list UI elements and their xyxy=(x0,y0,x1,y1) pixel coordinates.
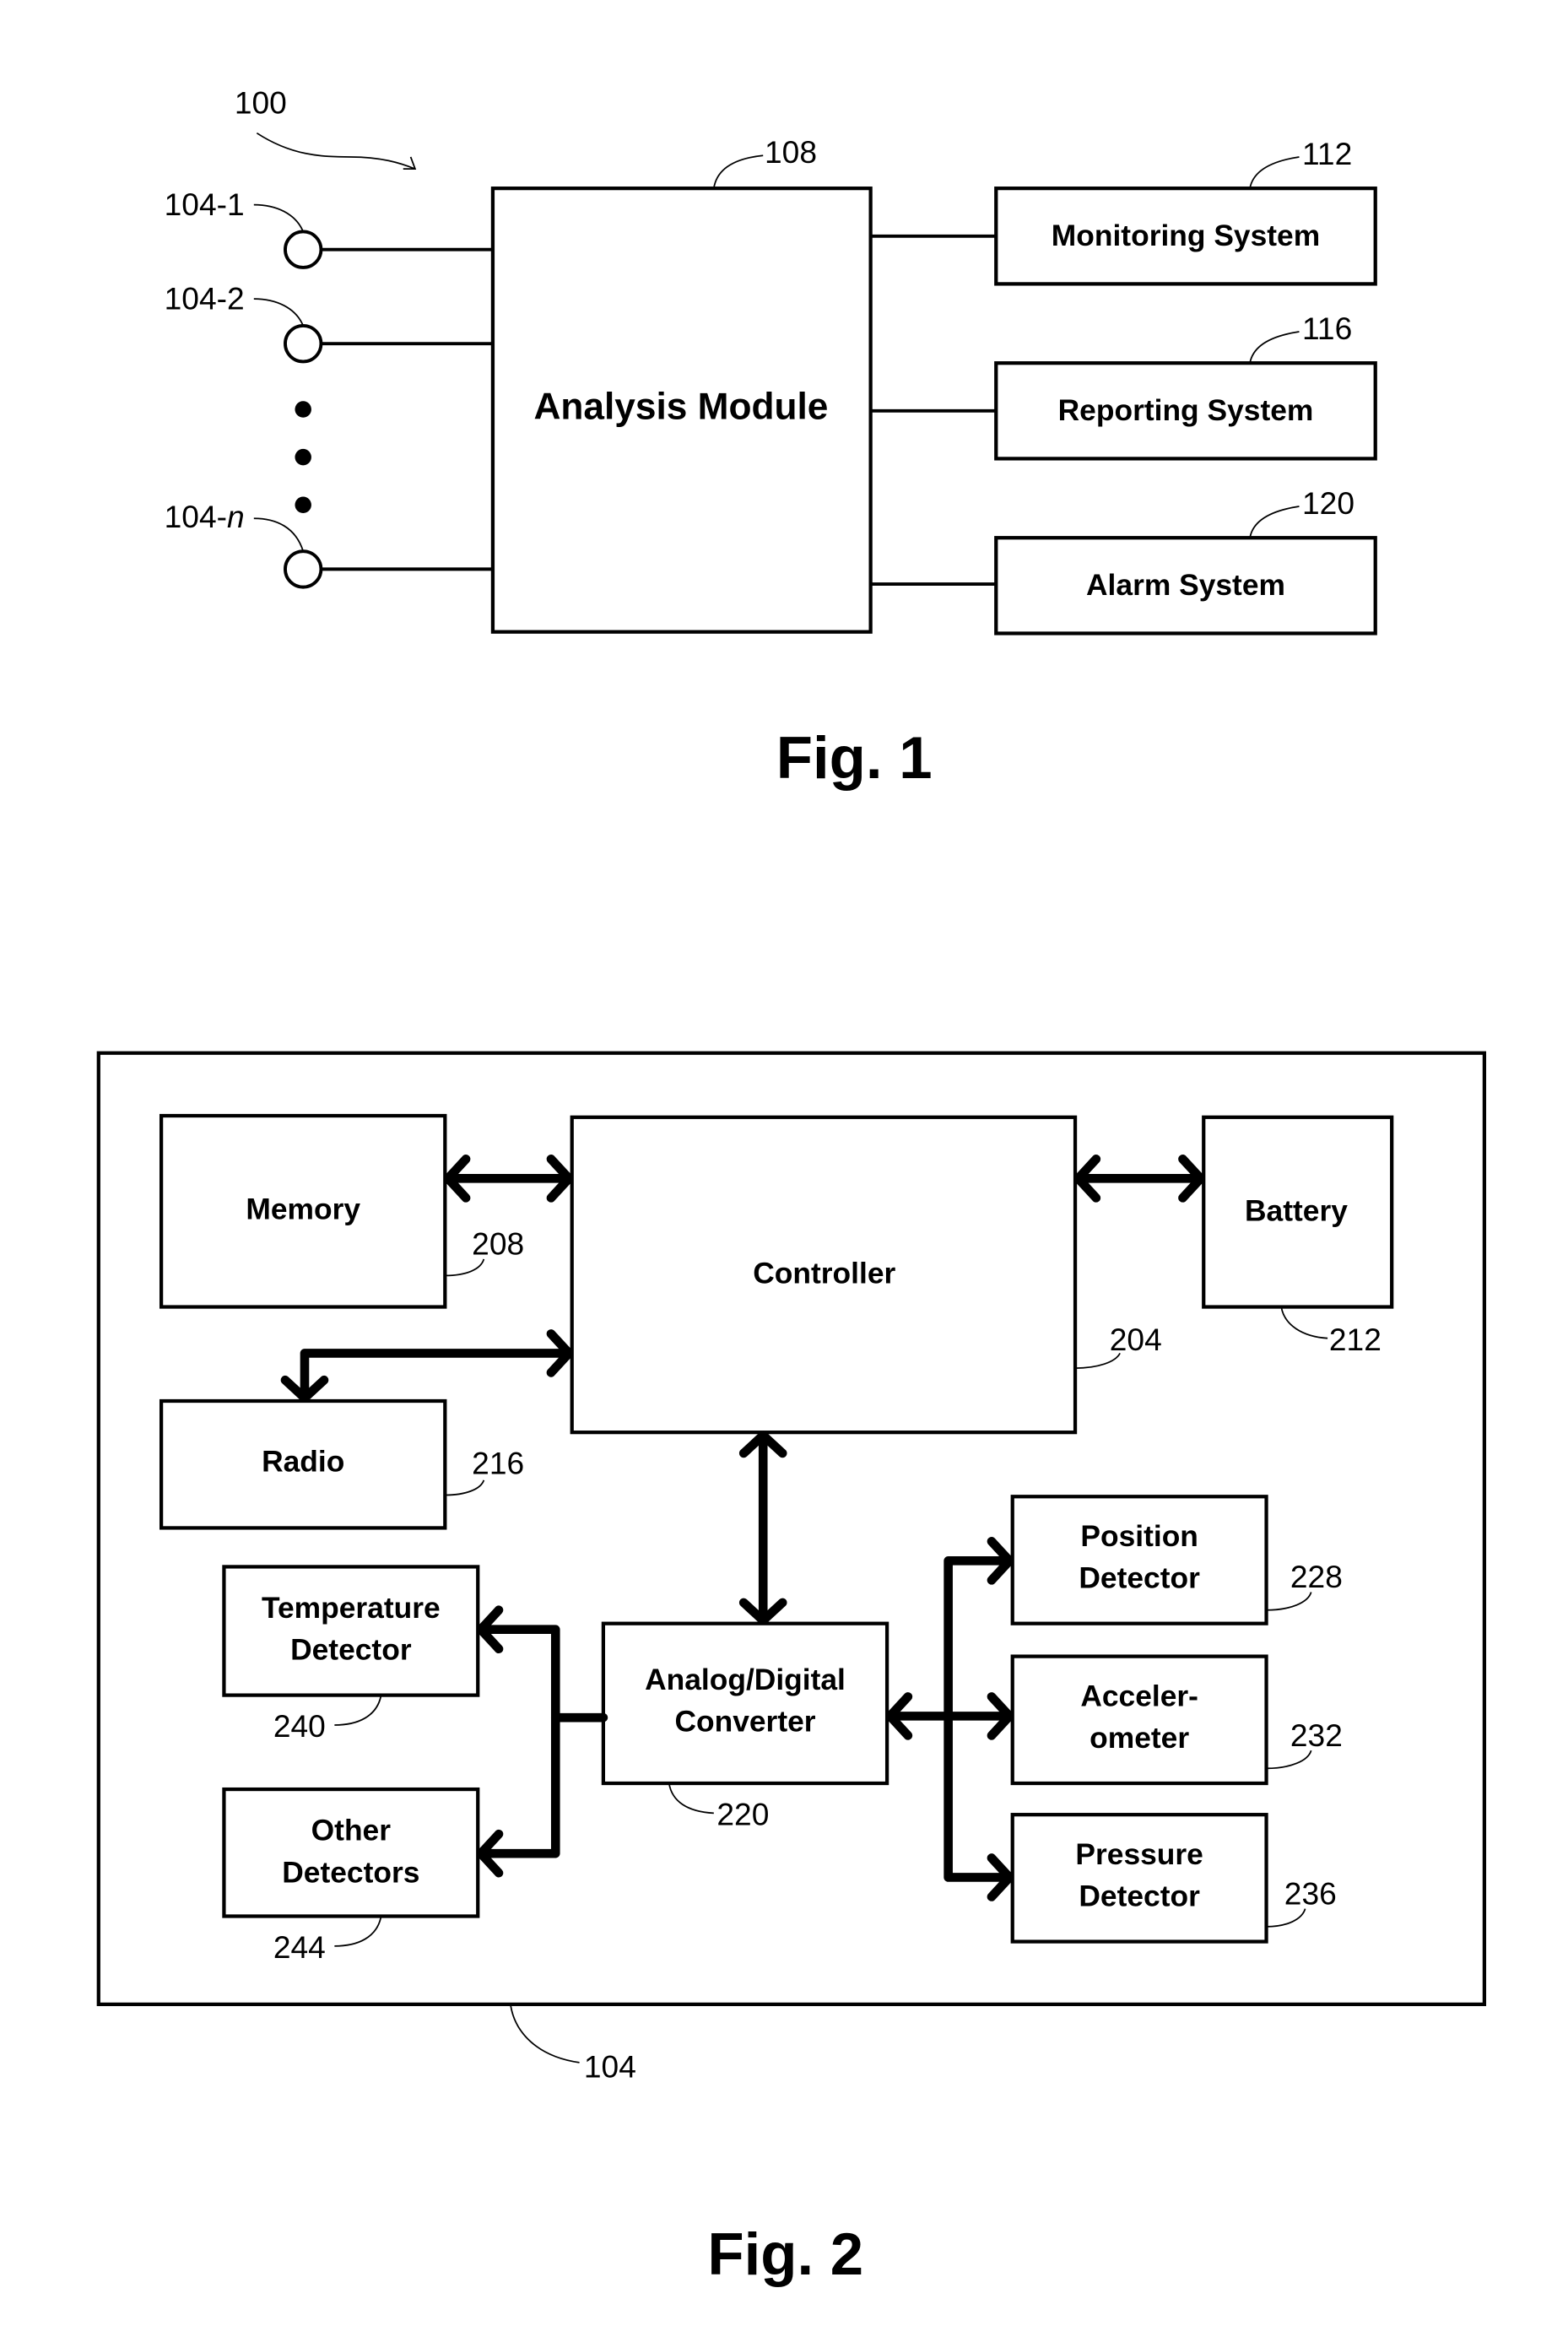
ref-204: 204 xyxy=(1110,1322,1162,1357)
temperature-label-line2: Detector xyxy=(290,1634,412,1667)
ref-108-leader xyxy=(712,154,764,189)
ref-216: 216 xyxy=(472,1446,524,1481)
ref-108: 108 xyxy=(765,134,817,170)
ref-116: 116 xyxy=(1302,311,1352,346)
figure-1: 100 Analysis Module 108 104-1 104-2 104-… xyxy=(165,85,1377,791)
alarm-system: Alarm System 120 xyxy=(870,485,1377,636)
sensor-icon xyxy=(284,230,323,269)
ref-104-n-leader xyxy=(253,517,305,552)
ellipsis-dot xyxy=(295,448,311,466)
accelerometer-label-line1: Acceler- xyxy=(1080,1679,1198,1712)
pressure-label-line1: Pressure xyxy=(1075,1838,1203,1871)
ref-104-1-leader xyxy=(253,203,305,232)
temperature-label-line1: Temperature xyxy=(262,1592,441,1625)
other-label-line2: Detectors xyxy=(282,1856,419,1889)
sensor-104-1: 104-1 xyxy=(165,187,493,269)
ref-100: 100 xyxy=(235,85,287,121)
patent-drawing-sheet: 100 Analysis Module 108 104-1 104-2 104-… xyxy=(96,85,1487,2287)
adc-box xyxy=(601,1621,889,1786)
ref-228: 228 xyxy=(1290,1559,1343,1594)
ref-100-leader xyxy=(256,132,416,170)
memory-label: Memory xyxy=(246,1193,360,1226)
ref-120: 120 xyxy=(1302,485,1354,521)
ref-212: 212 xyxy=(1329,1322,1381,1357)
monitoring-system: Monitoring System 112 xyxy=(870,136,1377,286)
figure-1-caption: Fig. 1 xyxy=(776,724,933,791)
controller-label: Controller xyxy=(753,1258,895,1290)
sensor-icon xyxy=(284,549,323,589)
ref-116-leader xyxy=(1249,331,1300,364)
ref-112-leader xyxy=(1249,156,1300,189)
reporting-system: Reporting System 116 xyxy=(870,311,1377,461)
ref-104-leader xyxy=(510,2005,580,2063)
ref-244: 244 xyxy=(273,1929,326,1965)
accelerometer-label-line2: ometer xyxy=(1089,1722,1189,1755)
ref-240: 240 xyxy=(273,1708,326,1744)
figure-2: 104 Memory 208 Controller 204 Battery 21… xyxy=(96,1051,1487,2287)
adc-label-line2: Converter xyxy=(674,1706,815,1739)
battery-label: Battery xyxy=(1245,1194,1348,1227)
sensor-104-n: 104-n xyxy=(165,499,493,589)
ref-104-2-leader xyxy=(253,298,305,327)
sensor-104-2: 104-2 xyxy=(165,280,493,364)
position-label-line1: Position xyxy=(1080,1520,1198,1553)
sensor-icon xyxy=(284,324,323,364)
ref-236: 236 xyxy=(1284,1875,1337,1911)
ref-104: 104 xyxy=(584,2049,636,2085)
ref-208: 208 xyxy=(472,1226,524,1262)
other-label-line1: Other xyxy=(311,1815,392,1847)
radio-label: Radio xyxy=(262,1446,344,1479)
ref-220: 220 xyxy=(716,1797,769,1832)
pressure-label-line2: Detector xyxy=(1079,1880,1200,1913)
ellipsis-dot xyxy=(295,401,311,418)
position-label-line2: Detector xyxy=(1079,1562,1200,1595)
accelerometer-box xyxy=(1010,1654,1268,1786)
other-detectors-box xyxy=(222,1787,480,1918)
ellipsis-dot xyxy=(295,496,311,514)
adc-label-line1: Analog/Digital xyxy=(645,1663,846,1696)
ref-104-2: 104-2 xyxy=(165,280,245,316)
analysis-module-label: Analysis Module xyxy=(533,387,828,428)
monitoring-system-label: Monitoring System xyxy=(1052,219,1320,252)
position-detector-box xyxy=(1010,1495,1268,1625)
alarm-system-label: Alarm System xyxy=(1086,569,1285,602)
ref-112: 112 xyxy=(1302,136,1352,171)
ref-232: 232 xyxy=(1290,1717,1343,1753)
reporting-system-label: Reporting System xyxy=(1058,394,1314,427)
ref-120-leader xyxy=(1249,506,1300,538)
pressure-detector-box xyxy=(1010,1813,1268,1944)
temperature-detector-box xyxy=(222,1565,480,1697)
ref-104-n: 104-n xyxy=(165,499,245,534)
figure-2-caption: Fig. 2 xyxy=(707,2220,863,2287)
ref-104-1: 104-1 xyxy=(165,187,245,222)
